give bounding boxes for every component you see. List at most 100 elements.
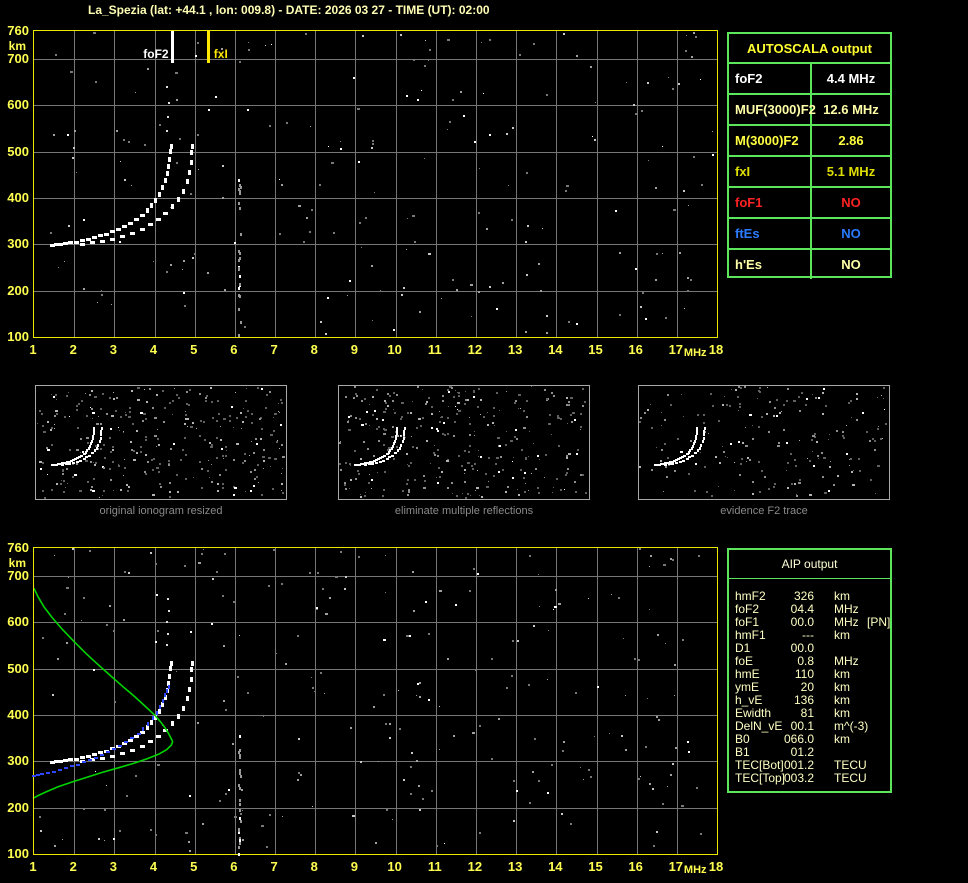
- noise-dot: [676, 438, 679, 441]
- noise-dot: [664, 316, 667, 319]
- noise-dot: [406, 494, 409, 496]
- x-axis-tick-label: 9: [350, 342, 358, 357]
- noise-dot: [309, 125, 311, 127]
- trace-dot: [58, 769, 63, 772]
- trace-dot: [92, 434, 95, 438]
- noise-dot: [776, 415, 779, 418]
- trace-dot: [93, 427, 96, 430]
- noise-dot: [259, 438, 262, 441]
- noise-dot: [553, 486, 555, 488]
- noise-dot: [79, 437, 82, 440]
- noise-dot: [93, 32, 97, 35]
- autoscala-row-fof1: foF1 NO: [729, 188, 890, 219]
- noise-dot: [249, 490, 252, 493]
- noise-dot: [505, 491, 508, 494]
- noise-dot: [496, 307, 499, 310]
- noise-dot: [204, 439, 207, 442]
- x-axis-tick-label: 14: [548, 342, 563, 357]
- noise-dot: [297, 205, 301, 208]
- noise-dot: [846, 424, 848, 426]
- noise-dot: [850, 458, 853, 461]
- noise-dot: [218, 473, 221, 476]
- trace-dot: [169, 143, 173, 149]
- noise-dot: [745, 426, 746, 428]
- noise-dot: [568, 452, 572, 455]
- noise-dot: [410, 435, 412, 437]
- noise-dot: [456, 289, 459, 292]
- thumbnail-caption-2: eliminate multiple reflections: [394, 505, 534, 517]
- noise-dot: [662, 145, 664, 147]
- trace-dot: [188, 169, 191, 175]
- noise-dot: [149, 387, 151, 390]
- trace-dot: [145, 208, 149, 214]
- noise-dot: [225, 450, 227, 452]
- trace-dot: [103, 232, 109, 236]
- noise-dot: [467, 398, 469, 401]
- noise-dot: [136, 398, 140, 401]
- noise-dot: [447, 38, 450, 41]
- x-axis-tick-label: 2: [69, 342, 77, 357]
- noise-dot: [465, 497, 468, 499]
- autoscala-row-fxi: fxI 5.1 MHz: [729, 157, 890, 188]
- interference-dot: [238, 257, 241, 261]
- noise-dot: [798, 396, 801, 398]
- noise-dot: [209, 446, 213, 449]
- noise-dot: [278, 178, 280, 180]
- noise-dot: [489, 285, 492, 288]
- noise-dot: [660, 449, 663, 452]
- noise-dot: [51, 443, 54, 446]
- noise-dot: [851, 484, 855, 487]
- noise-dot: [281, 184, 284, 187]
- trace-dot: [90, 442, 93, 446]
- noise-dot: [80, 400, 83, 403]
- noise-dot: [525, 457, 527, 459]
- noise-dot: [186, 426, 188, 428]
- noise-dot: [849, 400, 852, 403]
- noise-dot: [438, 421, 441, 424]
- noise-dot: [795, 464, 798, 467]
- noise-dot: [123, 178, 126, 181]
- noise-dot: [473, 434, 475, 436]
- noise-dot: [371, 395, 374, 398]
- noise-dot: [155, 445, 157, 447]
- noise-dot: [128, 411, 131, 414]
- noise-dot: [545, 332, 548, 335]
- noise-dot: [757, 426, 760, 429]
- noise-dot: [189, 388, 191, 391]
- noise-dot: [369, 425, 371, 426]
- noise-dot: [223, 288, 226, 291]
- noise-dot: [278, 402, 280, 404]
- noise-dot: [813, 464, 816, 467]
- noise-dot: [706, 491, 709, 494]
- noise-dot: [416, 386, 419, 389]
- noise-dot: [376, 427, 378, 430]
- noise-dot: [452, 435, 455, 438]
- noise-dot: [319, 184, 322, 186]
- noise-dot: [253, 485, 256, 488]
- ionogram-plot-bottom: [32, 547, 718, 856]
- noise-dot: [260, 428, 263, 431]
- noise-dot: [273, 429, 276, 432]
- noise-dot: [261, 456, 265, 458]
- noise-dot: [246, 109, 249, 112]
- noise-dot: [832, 483, 835, 486]
- noise-dot: [857, 457, 860, 460]
- noise-dot: [417, 418, 421, 420]
- noise-dot: [91, 390, 94, 393]
- noise-dot: [370, 264, 373, 267]
- x-axis-tick-label: 15: [588, 859, 603, 874]
- noise-dot: [639, 466, 642, 469]
- noise-dot: [519, 54, 522, 57]
- noise-dot: [665, 476, 668, 479]
- noise-dot: [470, 465, 473, 468]
- noise-dot: [269, 433, 273, 436]
- noise-dot: [539, 290, 542, 293]
- y-axis-tick-label: 200: [7, 799, 29, 815]
- noise-dot: [85, 393, 87, 395]
- noise-dot: [719, 461, 722, 464]
- noise-dot: [184, 413, 187, 416]
- noise-dot: [749, 414, 753, 416]
- noise-dot: [216, 400, 219, 402]
- noise-dot: [506, 391, 508, 393]
- noise-dot: [792, 399, 796, 402]
